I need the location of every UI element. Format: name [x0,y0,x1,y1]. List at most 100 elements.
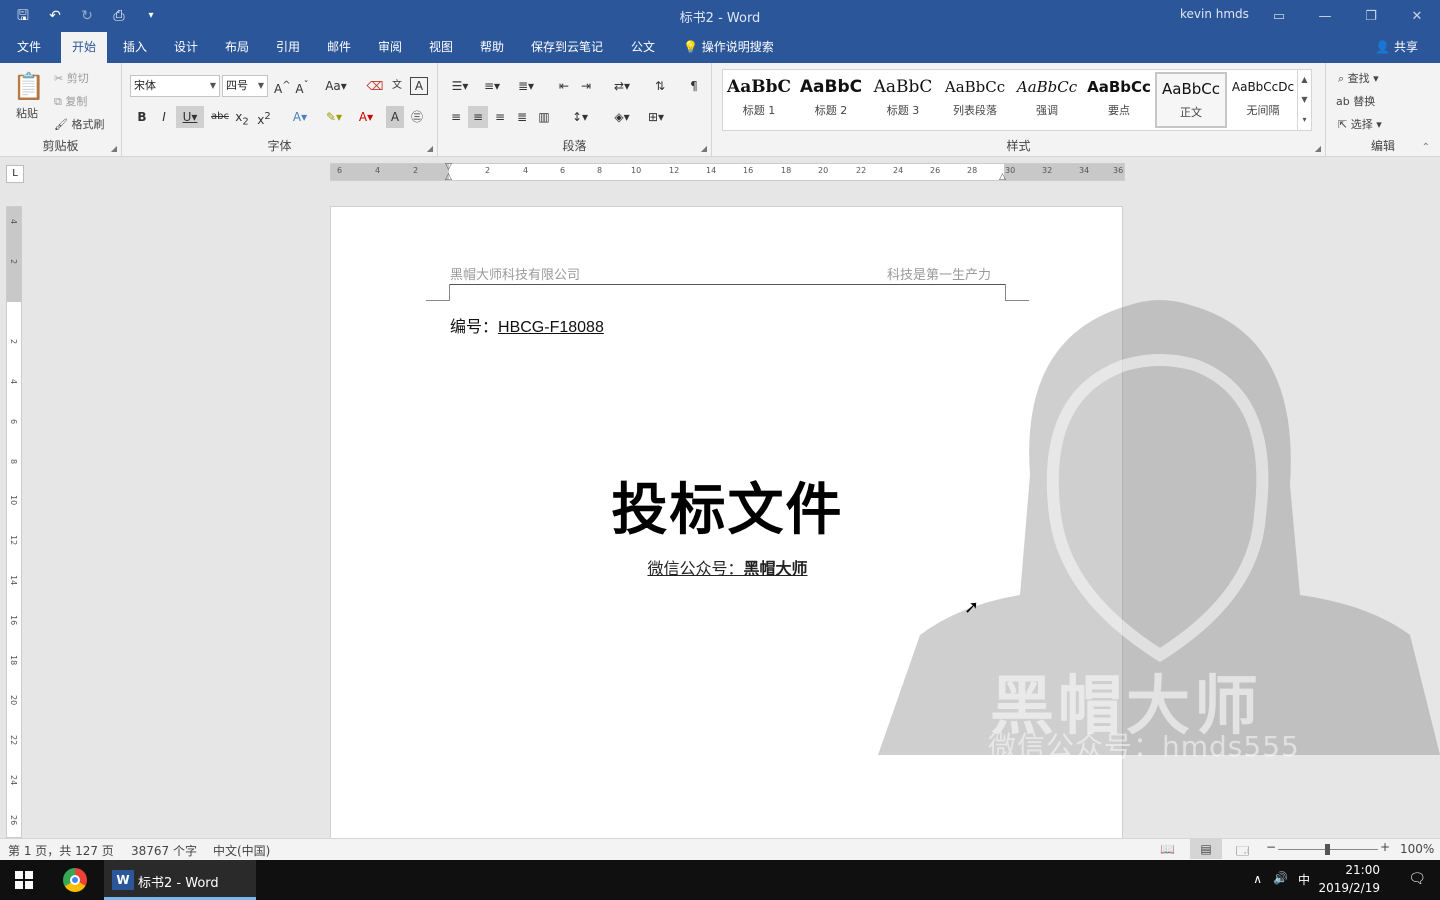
style-emphasis[interactable]: AaBbCc 强调 [1011,72,1083,128]
character-shading-icon[interactable]: A [386,106,404,128]
cut-button[interactable]: ✂ 剪切 [54,70,89,86]
language[interactable]: 中文(中国) [213,842,270,859]
read-mode-icon[interactable]: 📖 [1160,842,1175,856]
zoom-slider-thumb[interactable] [1325,844,1330,855]
text-direction-icon[interactable]: ⇄▾ [608,75,636,97]
borders-icon[interactable]: ⊞▾ [642,106,670,128]
align-center-icon[interactable]: ≡ [468,106,488,128]
align-left-icon[interactable]: ≡ [446,106,466,128]
tab-insert[interactable]: 插入 [112,32,158,63]
paste-icon[interactable]: 📋 [12,69,46,105]
zoom-in-icon[interactable]: + [1380,840,1390,854]
clear-formatting-icon[interactable]: ⌫ [366,75,384,97]
collapse-ribbon-icon[interactable]: ⌃ [1422,142,1430,153]
copy-button[interactable]: ⧉ 复制 [54,93,87,109]
zoom-out-icon[interactable]: − [1266,840,1276,854]
justify-icon[interactable]: ≣ [512,106,532,128]
highlight-icon[interactable]: ✎▾ [320,106,348,128]
tab-home[interactable]: 开始 [61,32,108,63]
underline-icon[interactable]: U▾ [176,106,204,128]
tell-me-search[interactable]: 💡 操作说明搜索 [672,32,785,63]
document-title[interactable]: 投标文件 [331,465,1122,546]
strikethrough-icon[interactable]: abc [210,106,230,128]
style-list-paragraph[interactable]: AaBbCc 列表段落 [939,72,1011,128]
start-button[interactable] [0,860,48,900]
font-name-select[interactable]: 宋体 ▼ [130,75,220,97]
vertical-ruler[interactable]: 4 2 2 4 6 8 10 12 14 16 18 20 22 24 26 [6,206,22,838]
taskbar-word-app[interactable]: W 标书2 - Word [104,860,256,900]
numbering-icon[interactable]: ≡▾ [478,75,506,97]
style-normal[interactable]: AaBbCc 正文 [1155,72,1227,128]
right-indent-icon[interactable]: △ [999,172,1006,182]
multilevel-list-icon[interactable]: ≣▾ [512,75,540,97]
volume-icon[interactable]: 🔊 [1273,871,1288,885]
style-strong[interactable]: AaBbCc 要点 [1083,72,1155,128]
character-border-icon[interactable]: A [410,77,428,95]
notifications-icon[interactable]: 🗨 [1408,871,1426,887]
chevron-up-icon[interactable]: ∧ [1253,872,1262,886]
clipboard-launcher-icon[interactable]: ◢ [111,144,117,153]
style-heading-1[interactable]: AaBbC 标题 1 [723,72,795,128]
wechat-line[interactable]: 微信公众号：黑帽大师 [331,555,1122,579]
superscript-icon[interactable]: x2 [256,106,272,128]
tab-mailings[interactable]: 邮件 [316,32,362,63]
header-slogan[interactable]: 科技是第一生产力 [887,264,991,283]
select-button[interactable]: ⇱ 选择 ▾ [1338,116,1382,132]
tab-references[interactable]: 引用 [265,32,311,63]
minimize-icon[interactable]: — [1302,0,1348,32]
find-button[interactable]: ⌕ 查找 ▾ [1338,70,1379,86]
clock-date[interactable]: 2019/2/19 [1318,881,1380,895]
tab-design[interactable]: 设计 [163,32,209,63]
restore-icon[interactable]: ❐ [1348,0,1394,32]
tab-help[interactable]: 帮助 [469,32,515,63]
shrink-font-icon[interactable]: Aˇ [294,75,310,97]
format-painter-button[interactable]: 🖌 格式刷 [54,116,104,132]
paste-button[interactable]: 粘贴 [16,105,38,121]
italic-icon[interactable]: I [156,106,172,128]
text-effects-icon[interactable]: A▾ [286,106,314,128]
document-number[interactable]: 编号：HBCG-F18088 [450,313,604,337]
share-button[interactable]: 👤 共享 [1375,32,1418,63]
subscript-icon[interactable]: x2 [234,106,250,128]
sort-icon[interactable]: ⇅ [650,75,670,97]
ime-indicator[interactable]: 中 [1298,871,1310,888]
change-case-icon[interactable]: Aa▾ [322,75,350,97]
chevron-up-icon[interactable]: ▲ [1298,70,1311,90]
styles-launcher-icon[interactable]: ◢ [1315,144,1321,153]
shading-icon[interactable]: ◈▾ [608,106,636,128]
paragraph-launcher-icon[interactable]: ◢ [701,144,707,153]
word-count[interactable]: 38767 个字 [131,842,197,859]
show-marks-icon[interactable]: ¶ [684,75,704,97]
line-spacing-icon[interactable]: ↕▾ [566,106,594,128]
page-count[interactable]: 第 1 页，共 127 页 [8,842,114,859]
clock-time[interactable]: 21:00 [1345,863,1380,877]
header-company[interactable]: 黑帽大师科技有限公司 [450,264,580,283]
print-layout-icon[interactable]: ▤ [1190,839,1222,859]
phonetic-guide-icon[interactable]: 文 [388,75,406,97]
increase-indent-icon[interactable]: ⇥ [576,75,596,97]
bold-icon[interactable]: B [134,106,150,128]
zoom-level[interactable]: 100% [1400,842,1434,856]
tab-selector-icon[interactable]: L [6,165,24,183]
tab-file[interactable]: 文件 [6,32,52,63]
align-right-icon[interactable]: ≡ [490,106,510,128]
left-indent-icon[interactable]: △ [445,172,452,182]
font-color-icon[interactable]: A▾ [352,106,380,128]
enclose-characters-icon[interactable]: ㊂ [408,106,426,128]
ribbon-display-icon[interactable]: ▭ [1256,0,1302,32]
tab-review[interactable]: 审阅 [367,32,413,63]
font-size-select[interactable]: 四号 ▼ [222,75,268,97]
styles-scroll[interactable]: ▲ ▼ ▾ [1297,70,1311,130]
tab-layout[interactable]: 布局 [214,32,260,63]
tab-official-doc[interactable]: 公文 [620,32,666,63]
user-name[interactable]: kevin hmds [1180,7,1249,21]
more-icon[interactable]: ▾ [1298,110,1311,130]
chrome-icon[interactable] [63,868,87,892]
font-launcher-icon[interactable]: ◢ [427,144,433,153]
style-heading-3[interactable]: AaBbC 标题 3 [867,72,939,128]
style-no-spacing[interactable]: AaBbCcDc 无间隔 [1227,72,1299,128]
bullets-icon[interactable]: ☰▾ [446,75,474,97]
tab-cloud-note[interactable]: 保存到云笔记 [520,32,614,63]
horizontal-ruler[interactable]: 6 4 2 2 4 6 8 10 12 14 16 18 20 22 24 26… [330,162,1125,182]
close-icon[interactable]: ✕ [1394,0,1440,32]
